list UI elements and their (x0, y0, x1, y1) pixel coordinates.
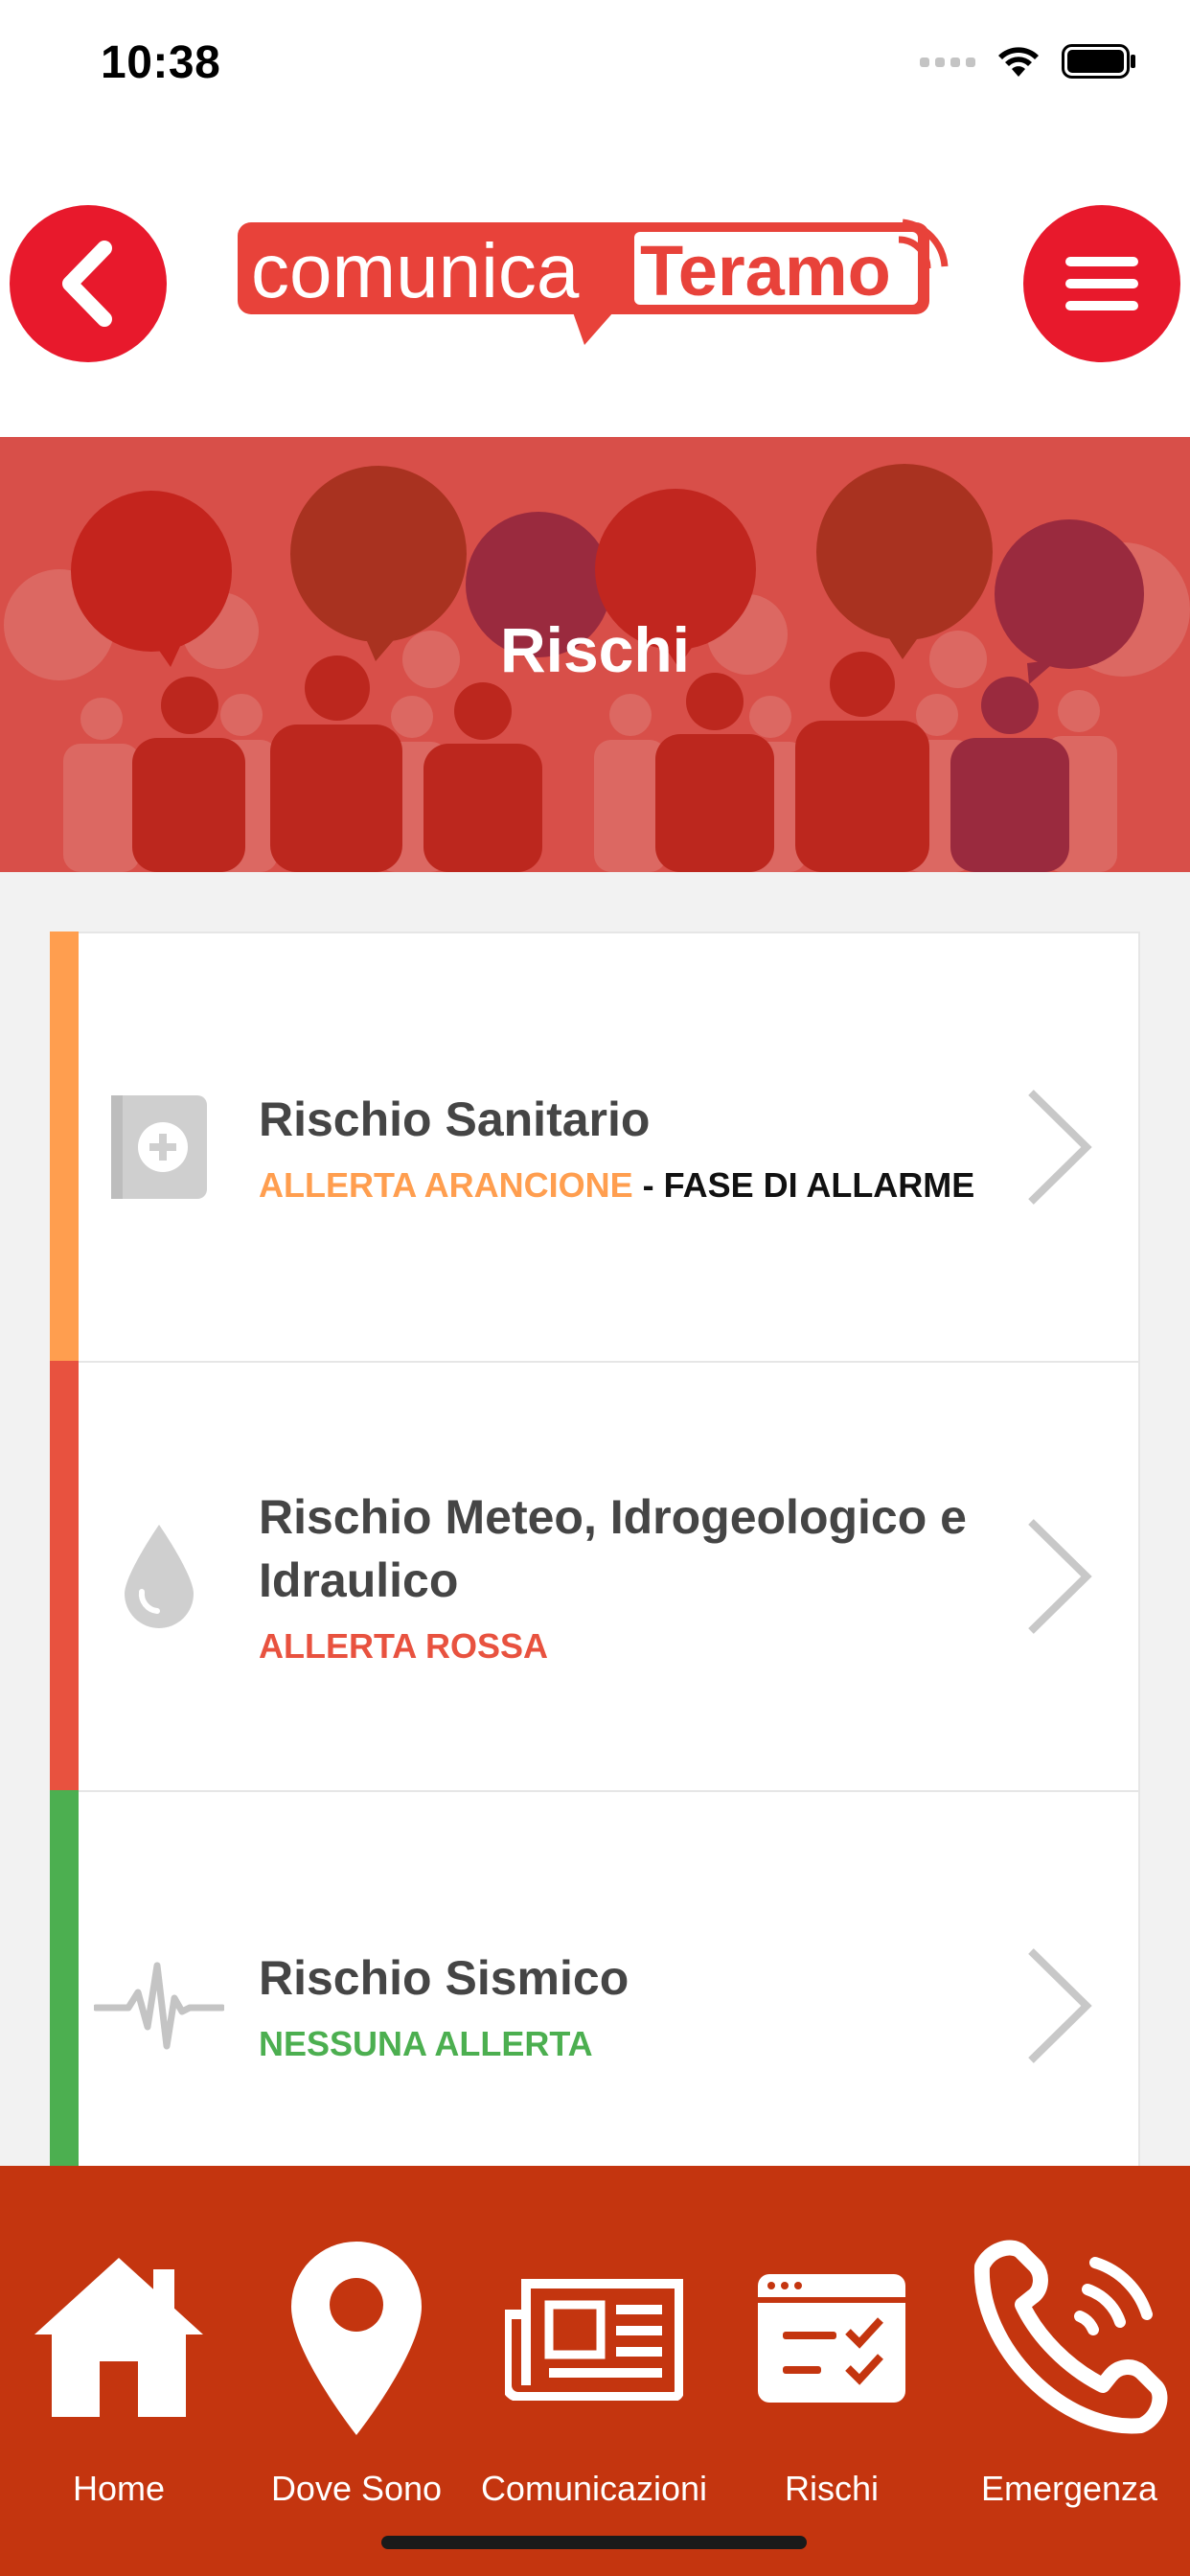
tab-label: Comunicazioni (480, 2469, 708, 2508)
svg-text:Teramo: Teramo (640, 231, 891, 310)
risk-status: ALLERTA ARANCIONE - FASE DI ALLARME (259, 1164, 995, 1207)
tab-home[interactable]: Home (0, 2166, 238, 2576)
menu-button[interactable] (1023, 205, 1180, 362)
seismic-wave-icon (92, 1939, 226, 2073)
risk-alert-level: ALLERTA ROSSA (259, 1626, 548, 1666)
risk-status: ALLERTA ROSSA (259, 1625, 995, 1668)
checklist-icon (713, 2233, 950, 2444)
risk-item-meteo[interactable]: Rischio Meteo, Idrogeologico e Idraulico… (50, 1361, 1140, 1792)
risk-item-sismico[interactable]: Rischio Sismico NESSUNA ALLERTA (50, 1790, 1140, 2221)
bottom-tab-bar: Home Dove Sono Comunicazioni Rischi Emer… (0, 2166, 1190, 2576)
risk-phase: - FASE DI ALLARME (632, 1165, 975, 1205)
hero-banner: Rischi (0, 437, 1190, 872)
risk-alert-level: ALLERTA ARANCIONE (259, 1165, 633, 1205)
risk-status: NESSUNA ALLERTA (259, 2023, 995, 2065)
tab-label: Rischi (784, 2469, 879, 2508)
location-pin-icon (238, 2233, 475, 2444)
risk-item-sanitario[interactable]: Rischio Sanitario ALLERTA ARANCIONE - FA… (50, 932, 1140, 1363)
risk-level-bar (50, 1361, 79, 1792)
chevron-right-icon (1028, 1948, 1092, 2063)
risk-text: Rischio Meteo, Idrogeologico e Idraulico… (259, 1485, 995, 1668)
status-icons (920, 44, 1136, 79)
tab-label: Dove Sono (270, 2469, 443, 2508)
app-header: comunica Teramo (0, 134, 1190, 437)
medical-kit-icon (92, 1080, 226, 1214)
chevron-left-icon (62, 241, 112, 327)
chevron-right-icon (1028, 1519, 1092, 1634)
home-indicator[interactable] (381, 2536, 807, 2549)
battery-icon (1062, 44, 1135, 79)
risk-text: Rischio Sanitario ALLERTA ARANCIONE - FA… (259, 1088, 995, 1207)
wifi-icon (998, 47, 1039, 77)
risk-level-bar (50, 932, 79, 1363)
app-logo: comunica Teramo (238, 211, 954, 355)
phone-call-icon (950, 2233, 1188, 2444)
tab-comunicazioni[interactable]: Comunicazioni (475, 2166, 713, 2576)
tab-rischi[interactable]: Rischi (713, 2166, 950, 2576)
risk-title: Rischio Sanitario (259, 1092, 651, 1146)
chevron-right-icon (1028, 1090, 1092, 1205)
tab-dove-sono[interactable]: Dove Sono (238, 2166, 475, 2576)
page-title: Rischi (499, 614, 691, 685)
risk-alert-level: NESSUNA ALLERTA (259, 2024, 593, 2063)
risk-list: Rischio Sanitario ALLERTA ARANCIONE - FA… (50, 932, 1140, 2221)
tab-label: Emergenza (980, 2469, 1158, 2508)
tab-emergenza[interactable]: Emergenza (950, 2166, 1188, 2576)
risk-text: Rischio Sismico NESSUNA ALLERTA (259, 1946, 995, 2065)
cellular-signal-icon (920, 58, 975, 67)
risk-level-bar (50, 1790, 79, 2221)
status-bar: 10:38 (0, 0, 1190, 134)
svg-text:comunica: comunica (251, 228, 580, 313)
tab-label: Home (72, 2469, 166, 2508)
back-button[interactable] (10, 205, 167, 362)
newspaper-icon (475, 2233, 713, 2444)
risk-title: Rischio Meteo, Idrogeologico e Idraulico (259, 1490, 967, 1607)
hamburger-menu-icon (1065, 257, 1138, 310)
water-drop-icon (92, 1509, 226, 1644)
home-icon (0, 2233, 238, 2444)
status-time: 10:38 (101, 37, 221, 88)
risk-title: Rischio Sismico (259, 1951, 629, 2005)
